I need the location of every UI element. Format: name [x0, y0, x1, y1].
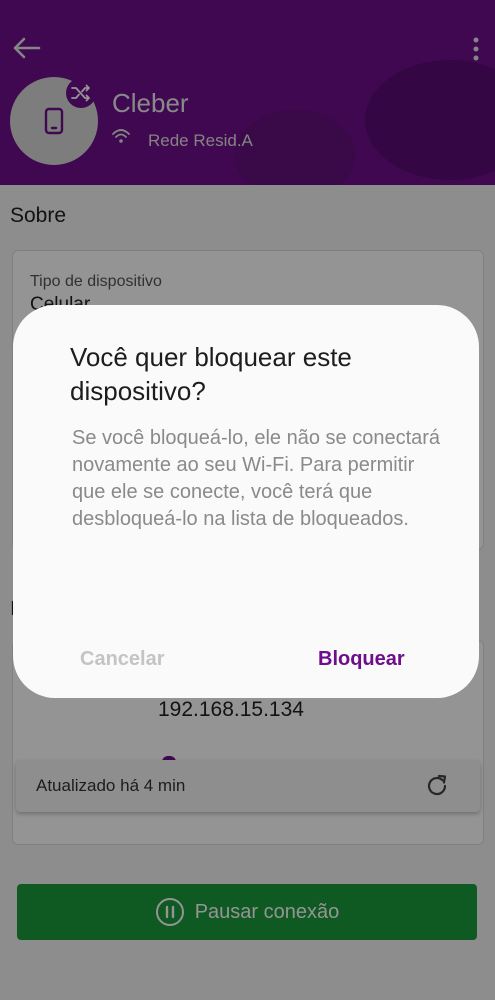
dialog-message: Se você bloqueá-lo, ele não se conectará… — [72, 427, 441, 530]
block-button[interactable]: Bloquear — [318, 648, 405, 671]
cancel-button[interactable]: Cancelar — [80, 648, 165, 671]
dialog-title: Você quer bloquear este dispositivo? — [70, 342, 352, 406]
